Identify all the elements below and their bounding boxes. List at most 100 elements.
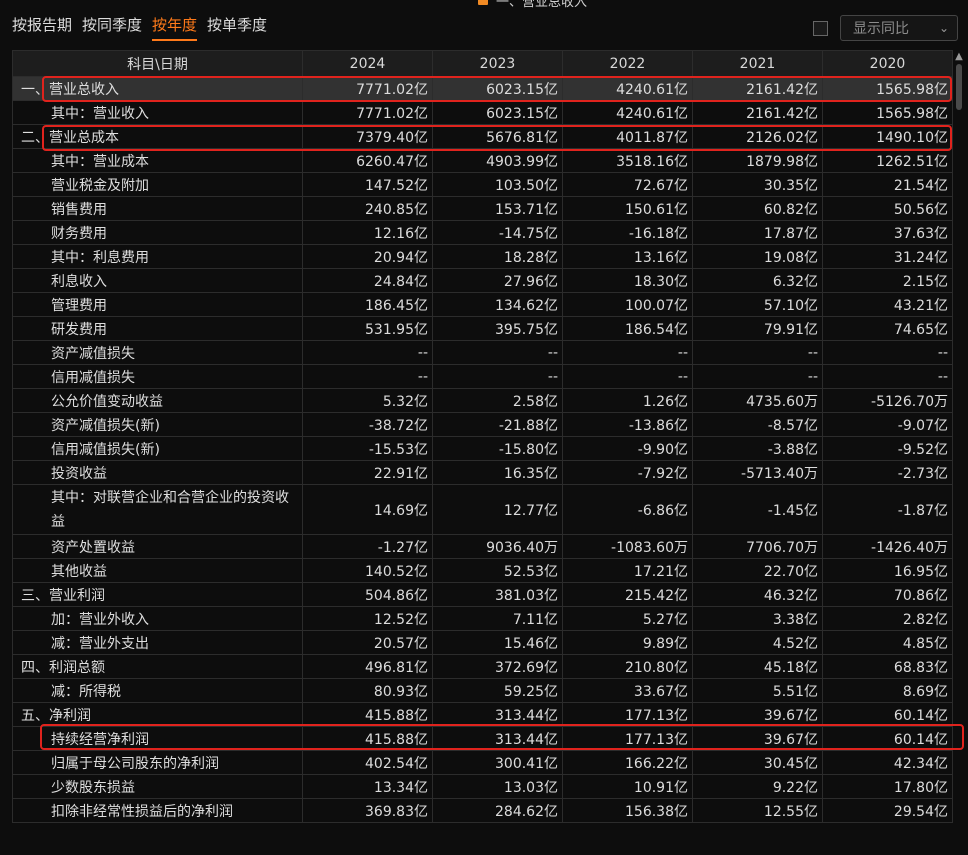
- period-tabs: 按报告期 按同季度 按年度 按单季度: [12, 12, 267, 41]
- tab-by-year[interactable]: 按年度: [152, 12, 198, 41]
- cell-value: -1.27亿: [302, 534, 433, 559]
- table-row: 加：营业外收入 12.52亿 7.11亿 5.27亿 3.38亿 2.82亿: [12, 606, 953, 631]
- table-row: 其中：营业成本 6260.47亿 4903.99亿 3518.16亿 1879.98亿 1…: [12, 148, 953, 173]
- yoy-select[interactable]: 显示同比 ⌄: [840, 15, 958, 41]
- scroll-up-icon[interactable]: ▲: [954, 50, 964, 64]
- cell-value: -1426.40万: [822, 534, 953, 559]
- row-label: 归属于母公司股东的净利润: [12, 750, 303, 775]
- row-label: 持续经营净利润: [12, 726, 303, 751]
- tab-by-report-period[interactable]: 按报告期: [12, 12, 72, 41]
- column-header-2020[interactable]: 2020: [822, 50, 953, 77]
- table-row: 信用减值损失(新) -15.53亿 -15.80亿 -9.90亿 -3.88亿 -9.52…: [12, 436, 953, 461]
- cell-value: 103.50亿: [432, 172, 563, 197]
- cell-value: 12.55亿: [692, 798, 823, 823]
- cell-value: 46.32亿: [692, 582, 823, 607]
- cell-value: 17.80亿: [822, 774, 953, 799]
- row-label: 五、净利润: [12, 702, 303, 727]
- cell-value: 2.58亿: [432, 388, 563, 413]
- cell-value: 6023.15亿: [432, 76, 563, 101]
- cell-value: 4240.61亿: [562, 76, 693, 101]
- row-label: 扣除非经常性损益后的净利润: [12, 798, 303, 823]
- table-row: 营业税金及附加 147.52亿 103.50亿 72.67亿 30.35亿 21.54亿: [12, 172, 953, 197]
- cell-value: 27.96亿: [432, 268, 563, 293]
- yoy-controls: 显示同比 ⌄: [813, 15, 958, 41]
- cell-value: 50.56亿: [822, 196, 953, 221]
- vertical-scrollbar[interactable]: ▲: [954, 50, 964, 855]
- cell-value: -3.88亿: [692, 436, 823, 461]
- table-row: 资产减值损失 -- -- -- -- --: [12, 340, 953, 365]
- table-row: 资产减值损失(新) -38.72亿 -21.88亿 -13.86亿 -8.57亿 -9.0…: [12, 412, 953, 437]
- row-label: 信用减值损失(新): [12, 436, 303, 461]
- cell-value: 415.88亿: [302, 726, 433, 751]
- row-label: 资产处置收益: [12, 534, 303, 559]
- cell-value: 16.35亿: [432, 460, 563, 485]
- cell-value: 12.16亿: [302, 220, 433, 245]
- cell-value: 4011.87亿: [562, 124, 693, 149]
- cell-value: 100.07亿: [562, 292, 693, 317]
- cell-value: 6023.15亿: [432, 100, 563, 125]
- column-header-2021[interactable]: 2021: [692, 50, 823, 77]
- table-row: 扣除非经常性损益后的净利润 369.83亿 284.62亿 156.38亿 12.55亿…: [12, 798, 953, 823]
- cell-value: 31.24亿: [822, 244, 953, 269]
- cell-value: --: [432, 340, 563, 365]
- cell-value: 22.70亿: [692, 558, 823, 583]
- cell-value: 134.62亿: [432, 292, 563, 317]
- tab-by-single-quarter[interactable]: 按单季度: [207, 12, 267, 41]
- table-row: 研发费用 531.95亿 395.75亿 186.54亿 79.91亿 74.65亿: [12, 316, 953, 341]
- row-label: 其他收益: [12, 558, 303, 583]
- cell-value: --: [822, 340, 953, 365]
- cell-value: -21.88亿: [432, 412, 563, 437]
- cell-value: -5713.40万: [692, 460, 823, 485]
- table-row: 减：所得税 80.93亿 59.25亿 33.67亿 5.51亿 8.69亿: [12, 678, 953, 703]
- cell-value: 9.89亿: [562, 630, 693, 655]
- row-label: 二、营业总成本: [12, 124, 303, 149]
- cell-value: --: [562, 364, 693, 389]
- column-header-2024[interactable]: 2024: [302, 50, 433, 77]
- table-row: 管理费用 186.45亿 134.62亿 100.07亿 57.10亿 43.21亿: [12, 292, 953, 317]
- cell-value: 150.61亿: [562, 196, 693, 221]
- cell-value: 177.13亿: [562, 702, 693, 727]
- tab-by-same-quarter[interactable]: 按同季度: [82, 12, 142, 41]
- cell-value: 68.83亿: [822, 654, 953, 679]
- cell-value: 496.81亿: [302, 654, 433, 679]
- row-label: 利息收入: [12, 268, 303, 293]
- cell-value: 79.91亿: [692, 316, 823, 341]
- cell-value: 18.30亿: [562, 268, 693, 293]
- cell-value: 59.25亿: [432, 678, 563, 703]
- cell-value: 1490.10亿: [822, 124, 953, 149]
- cell-value: 16.95亿: [822, 558, 953, 583]
- cell-value: 300.41亿: [432, 750, 563, 775]
- yoy-checkbox[interactable]: [813, 20, 828, 36]
- cell-value: 3518.16亿: [562, 148, 693, 173]
- row-label: 减：所得税: [12, 678, 303, 703]
- cell-value: 19.08亿: [692, 244, 823, 269]
- column-header-2022[interactable]: 2022: [562, 50, 693, 77]
- cell-value: 3.38亿: [692, 606, 823, 631]
- cell-value: 369.83亿: [302, 798, 433, 823]
- cell-value: 12.52亿: [302, 606, 433, 631]
- cell-value: -1083.60万: [562, 534, 693, 559]
- cell-value: -15.53亿: [302, 436, 433, 461]
- cell-value: 20.94亿: [302, 244, 433, 269]
- cell-value: -1.45亿: [692, 484, 823, 535]
- cell-value: 20.57亿: [302, 630, 433, 655]
- scroll-thumb[interactable]: [956, 64, 962, 110]
- cell-value: 22.91亿: [302, 460, 433, 485]
- cell-value: 42.34亿: [822, 750, 953, 775]
- cell-value: 395.75亿: [432, 316, 563, 341]
- table-header-row: 科目\日期 2024 2023 2022 2021 2020: [12, 50, 953, 77]
- cell-value: 18.28亿: [432, 244, 563, 269]
- row-label: 资产减值损失: [12, 340, 303, 365]
- table-row: 财务费用 12.16亿 -14.75亿 -16.18亿 17.87亿 37.63亿: [12, 220, 953, 245]
- cell-value: 5.27亿: [562, 606, 693, 631]
- income-statement-table: 科目\日期 2024 2023 2022 2021 2020 一、营业总收入 77…: [12, 50, 953, 823]
- table-row: 四、利润总额 496.81亿 372.69亿 210.80亿 45.18亿 68.83亿: [12, 654, 953, 679]
- cell-value: 9.22亿: [692, 774, 823, 799]
- cell-value: -38.72亿: [302, 412, 433, 437]
- cell-value: 4240.61亿: [562, 100, 693, 125]
- cell-value: 186.45亿: [302, 292, 433, 317]
- cell-value: 140.52亿: [302, 558, 433, 583]
- cell-value: 39.67亿: [692, 702, 823, 727]
- column-header-2023[interactable]: 2023: [432, 50, 563, 77]
- cell-value: -9.07亿: [822, 412, 953, 437]
